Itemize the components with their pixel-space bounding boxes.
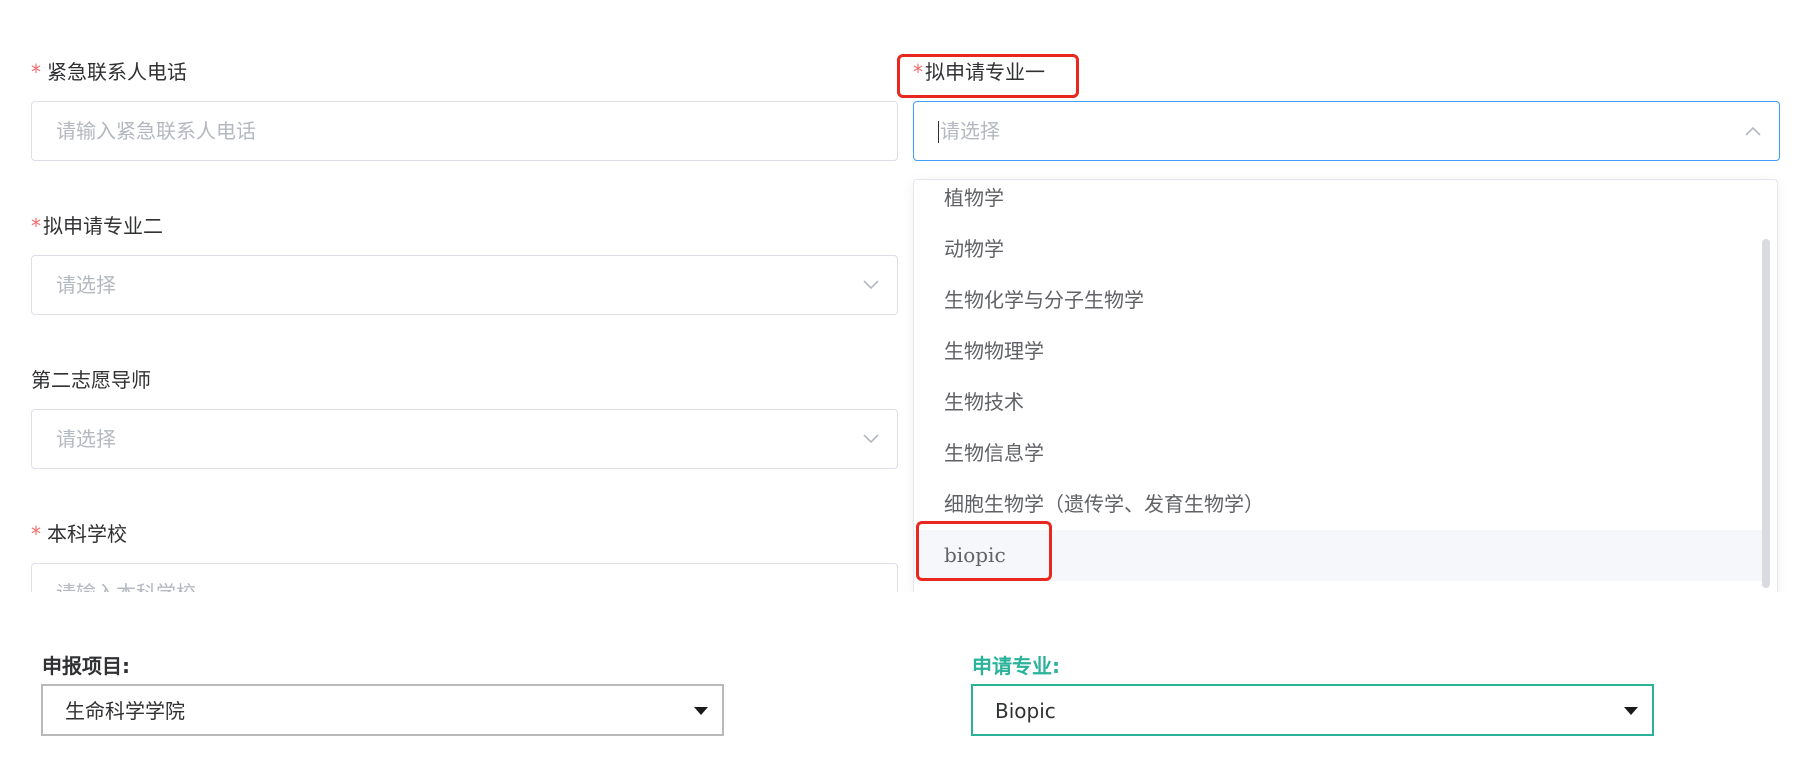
major-two-select[interactable]: 请选择 — [31, 255, 898, 315]
dropdown-option[interactable]: 生物技术 — [914, 377, 1764, 428]
second-advisor-select[interactable]: 请选择 — [31, 409, 898, 469]
project-label: 申报项目: — [42, 654, 130, 678]
second-advisor-label: 第二志愿导师 — [31, 368, 151, 392]
text-cursor — [938, 120, 939, 143]
major-one-label-highlight — [897, 54, 1079, 98]
dropdown-option[interactable]: 生物信息学 — [914, 428, 1764, 479]
dropdown-option[interactable]: 动物学 — [914, 224, 1764, 275]
project-select[interactable]: 生命科学学院 — [41, 684, 724, 736]
major-one-select[interactable]: 请选择 — [913, 101, 1780, 161]
chevron-up-icon — [1745, 126, 1761, 136]
dropdown-option[interactable]: 生物化学与分子生物学 — [914, 275, 1764, 326]
emergency-phone-label: * 紧急联系人电话 — [31, 60, 187, 84]
option-highlight — [916, 521, 1052, 581]
major-select[interactable]: Biopic — [971, 684, 1654, 736]
undergrad-school-label: * 本科学校 — [31, 522, 127, 546]
required-mark: * — [31, 214, 41, 238]
dropdown-option[interactable]: 植物学 — [914, 180, 1764, 224]
major-label: 申请专业: — [972, 654, 1060, 678]
dropdown-arrow-icon — [1624, 707, 1638, 715]
required-mark: * — [31, 60, 41, 84]
chevron-down-icon — [863, 280, 879, 290]
required-mark: * — [31, 522, 41, 546]
dropdown-option[interactable]: 生物物理学 — [914, 326, 1764, 377]
dropdown-scrollbar[interactable] — [1762, 239, 1770, 588]
major-two-label: * 拟申请专业二 — [31, 214, 163, 238]
chevron-down-icon — [863, 434, 879, 444]
dropdown-arrow-icon — [694, 707, 708, 715]
emergency-phone-input[interactable]: 请输入紧急联系人电话 — [31, 101, 898, 161]
